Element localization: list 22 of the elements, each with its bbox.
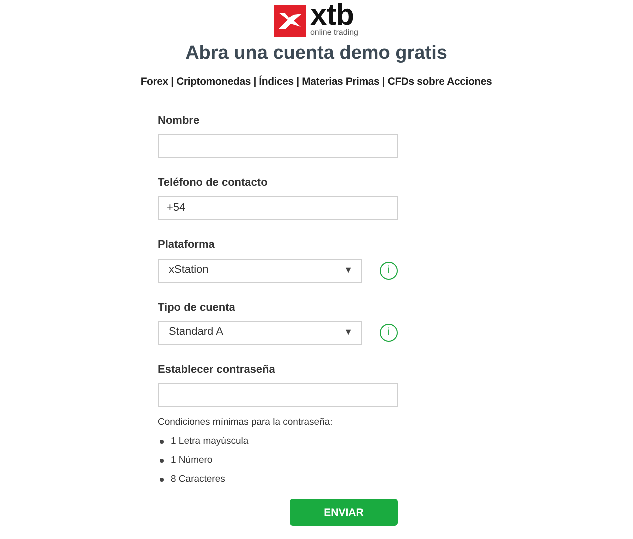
bullet-icon <box>160 478 164 482</box>
password-rules-heading: Condiciones mínimas para la contraseña: <box>158 416 333 428</box>
field-label: Establecer contraseña <box>158 364 276 377</box>
logo-tagline: online trading <box>310 28 359 37</box>
select-field[interactable]: Standard A ▼ <box>158 320 362 345</box>
password-rule: 8 Caracteres <box>171 474 226 486</box>
field-label: Plataforma <box>158 239 215 253</box>
logo-text: xtb <box>310 4 354 28</box>
market-list: Forex | Criptomonedas | Índices | Materias Primas | CFDs sobre Acciones <box>140 76 492 88</box>
select-field[interactable]: xStation ▼ <box>158 258 362 283</box>
field-label: Tipo de cuenta <box>158 302 236 315</box>
password-rule: 1 Letra mayúscula <box>171 436 249 448</box>
bullet-icon <box>160 458 164 463</box>
password-field[interactable] <box>158 382 398 407</box>
page-title: Abra una cuenta demo gratis <box>186 43 448 66</box>
logo-icon <box>274 4 306 36</box>
field-label: Nombre <box>158 114 200 128</box>
input-field[interactable]: +54 <box>158 196 398 220</box>
input-field[interactable] <box>158 134 398 158</box>
bullet-icon <box>160 440 164 444</box>
field-label: Teléfono de contacto <box>158 177 268 190</box>
password-rule: 1 Número <box>171 455 213 466</box>
